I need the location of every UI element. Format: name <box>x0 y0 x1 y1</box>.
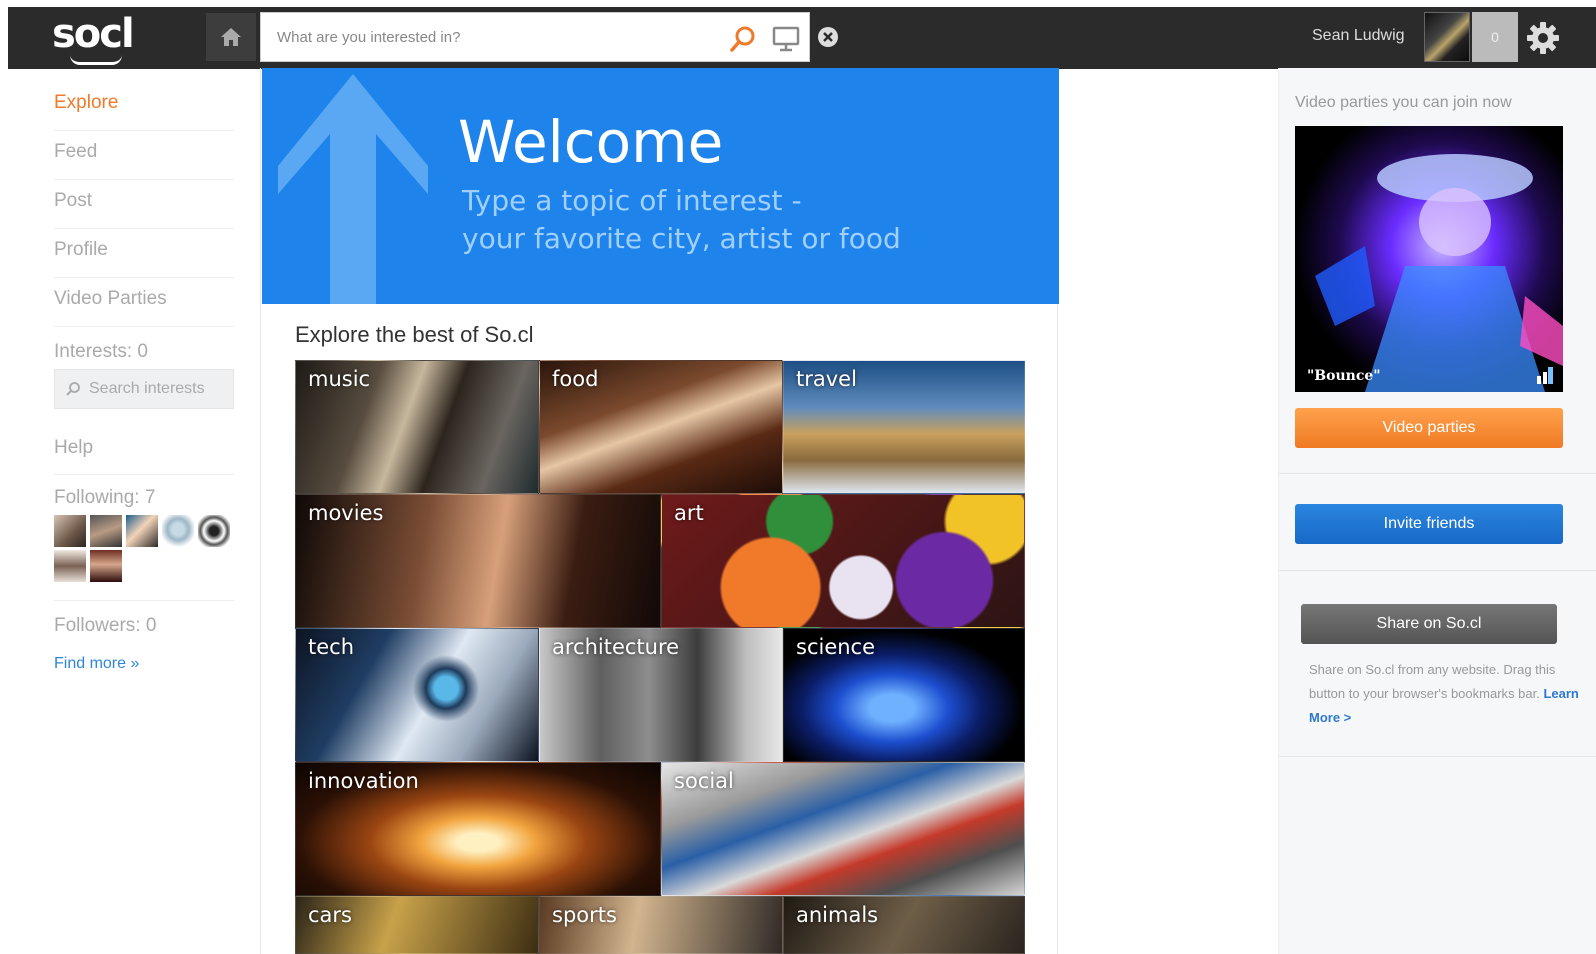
following-avatar[interactable] <box>54 515 86 547</box>
explore-tile-grid: music food travel movies art tech archit… <box>295 360 1025 954</box>
tile-innovation[interactable]: innovation <box>295 762 661 896</box>
socl-logo[interactable]: socl <box>52 11 152 65</box>
following-avatar[interactable] <box>90 550 122 582</box>
video-party-image <box>1295 126 1563 392</box>
video-parties-heading: Video parties you can join now <box>1295 94 1512 111</box>
search-interests-field[interactable]: Search interests <box>54 369 234 409</box>
logo-smile <box>70 55 122 65</box>
tile-movies[interactable]: movies <box>295 494 661 628</box>
search-input[interactable] <box>261 13 721 61</box>
following-avatar[interactable] <box>198 515 230 547</box>
following-avatar[interactable] <box>54 550 86 582</box>
tile-label: innovation <box>308 769 419 793</box>
nav-item-video-parties[interactable]: Video Parties <box>54 278 234 327</box>
tile-label: cars <box>308 903 352 927</box>
nav-item-explore[interactable]: Explore <box>54 82 234 131</box>
video-caption: "Bounce" <box>1307 368 1381 384</box>
following-avatar[interactable] <box>90 515 122 547</box>
tile-sports[interactable]: sports <box>539 896 783 954</box>
following-avatar[interactable] <box>162 515 194 547</box>
welcome-subtitle: Type a topic of interest - your favorite… <box>462 182 901 258</box>
divider <box>1279 570 1596 571</box>
share-description: Share on So.cl from any website. Drag th… <box>1309 658 1579 730</box>
avatar[interactable] <box>1424 12 1470 62</box>
notification-count[interactable]: 0 <box>1472 12 1518 62</box>
share-on-socl-button[interactable]: Share on So.cl <box>1301 604 1557 644</box>
tile-label: travel <box>796 367 857 391</box>
nav-item-post[interactable]: Post <box>54 180 234 229</box>
tile-music[interactable]: music <box>295 360 539 494</box>
search-interests-placeholder: Search interests <box>89 380 205 397</box>
right-column: Video parties you can join now "Bounce" … <box>1278 68 1596 954</box>
tile-cars[interactable]: cars <box>295 896 539 954</box>
left-nav: Explore Feed Post Profile Video Parties … <box>54 82 234 673</box>
followers-count[interactable]: Followers: 0 <box>54 600 234 637</box>
tile-label: architecture <box>552 635 680 659</box>
search-icon[interactable] <box>729 25 757 53</box>
tile-label: social <box>674 769 734 793</box>
tile-label: sports <box>552 903 617 927</box>
share-description-text: Share on So.cl from any website. Drag th… <box>1309 662 1556 701</box>
tile-label: tech <box>308 635 355 659</box>
tile-animals[interactable]: animals <box>783 896 1025 954</box>
welcome-subtitle-line-1: Type a topic of interest - <box>462 184 802 217</box>
tile-tech[interactable]: tech <box>295 628 539 762</box>
welcome-subtitle-line-2: your favorite city, artist or food <box>462 222 901 255</box>
search-icon <box>66 382 80 396</box>
top-bar: socl Sean Ludwig 0 <box>8 7 1596 69</box>
tile-label: movies <box>308 501 384 525</box>
tile-science[interactable]: science <box>783 628 1025 762</box>
video-party-thumbnail[interactable]: "Bounce" <box>1295 126 1563 392</box>
tile-travel[interactable]: travel <box>783 360 1025 494</box>
following-avatar[interactable] <box>126 515 158 547</box>
tile-label: food <box>552 367 599 391</box>
close-circle-icon[interactable] <box>816 25 840 49</box>
interests-count: Interests: 0 <box>54 341 148 362</box>
tile-label: art <box>674 501 704 525</box>
find-more-link[interactable]: Find more » <box>54 655 234 673</box>
tile-label: animals <box>796 903 879 927</box>
up-arrow-icon <box>278 74 428 304</box>
welcome-banner: Welcome Type a topic of interest - your … <box>262 68 1059 304</box>
tile-architecture[interactable]: architecture <box>539 628 783 762</box>
user-name[interactable]: Sean Ludwig <box>1312 27 1405 45</box>
main-content: Welcome Type a topic of interest - your … <box>260 68 1059 954</box>
welcome-title: Welcome <box>458 108 724 176</box>
tile-food[interactable]: food <box>539 360 783 494</box>
tile-art[interactable]: art <box>661 494 1025 628</box>
nav-item-profile[interactable]: Profile <box>54 229 234 278</box>
home-button[interactable] <box>206 13 256 61</box>
nav-item-help[interactable]: Help <box>54 425 234 475</box>
tile-label: music <box>308 367 371 391</box>
divider <box>1279 756 1596 757</box>
following-avatars <box>54 515 234 582</box>
invite-friends-button[interactable]: Invite friends <box>1295 504 1563 544</box>
search-bar <box>260 12 810 62</box>
tile-social[interactable]: social <box>661 762 1025 896</box>
nav-item-feed[interactable]: Feed <box>54 131 234 180</box>
explore-heading: Explore the best of So.cl <box>295 322 534 347</box>
divider <box>1279 473 1596 474</box>
following-count[interactable]: Following: 7 <box>54 487 234 509</box>
gear-icon[interactable] <box>1526 21 1560 55</box>
logo-text: socl <box>52 11 135 57</box>
home-icon <box>221 28 241 46</box>
tile-label: science <box>796 635 876 659</box>
video-party-icon <box>1537 367 1553 384</box>
monitor-icon[interactable] <box>771 25 801 53</box>
video-parties-button[interactable]: Video parties <box>1295 408 1563 448</box>
